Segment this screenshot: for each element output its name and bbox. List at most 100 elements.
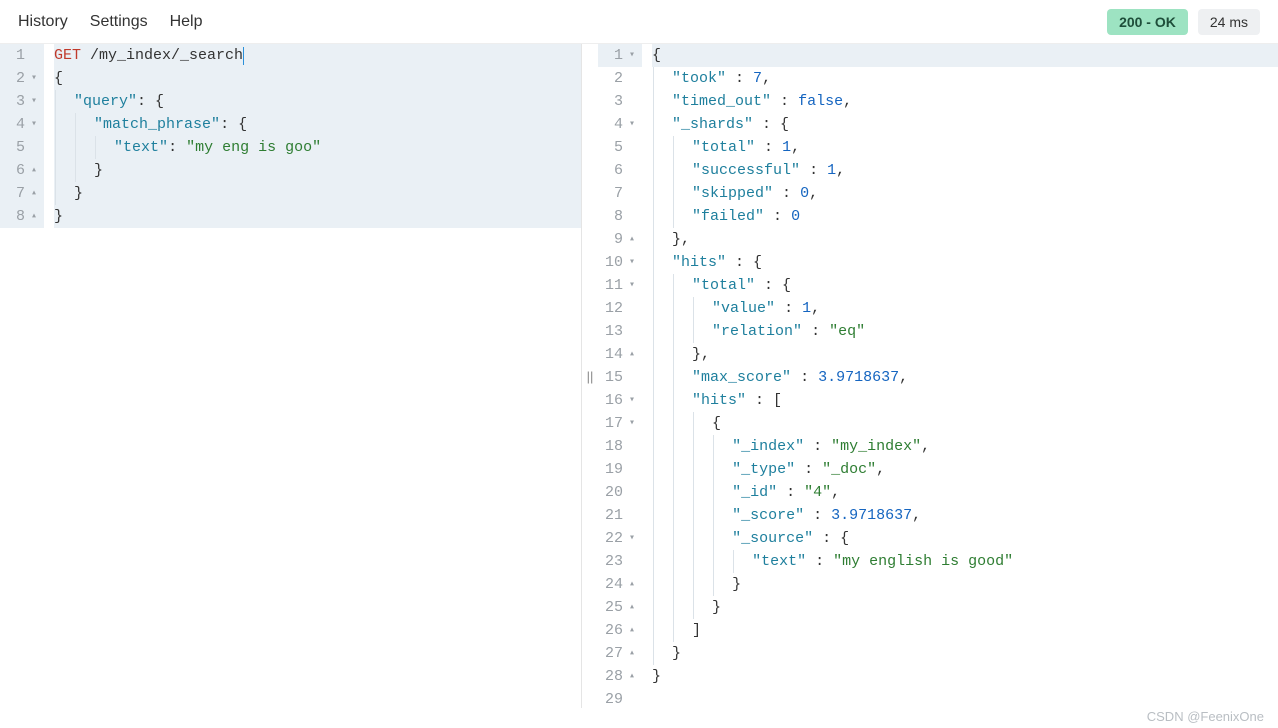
token-punc: , [762, 67, 771, 90]
code-line[interactable]: "hits" : [ [652, 389, 1278, 412]
code-line[interactable]: { [54, 67, 581, 90]
line-number: 16▾ [598, 389, 642, 412]
code-line[interactable]: "_type" : "_doc", [652, 458, 1278, 481]
code-line[interactable]: { [652, 44, 1278, 67]
code-line[interactable]: ] [652, 619, 1278, 642]
token-key: "_score" [732, 504, 804, 527]
token-punc: , [791, 136, 800, 159]
code-line[interactable]: "successful" : 1, [652, 159, 1278, 182]
fold-toggle-icon[interactable]: ▴ [626, 343, 638, 366]
code-line[interactable]: "skipped" : 0, [652, 182, 1278, 205]
code-line[interactable]: "_id" : "4", [652, 481, 1278, 504]
code-line[interactable]: "total" : { [652, 274, 1278, 297]
code-line[interactable]: "text": "my eng is goo" [54, 136, 581, 159]
token-punc: : [791, 366, 818, 389]
code-line[interactable]: "_score" : 3.9718637, [652, 504, 1278, 527]
code-line[interactable]: }, [652, 228, 1278, 251]
token-key: "query" [74, 90, 137, 113]
code-line[interactable]: "total" : 1, [652, 136, 1278, 159]
line-number: 25▴ [598, 596, 642, 619]
code-line[interactable]: } [652, 573, 1278, 596]
token-num: 3.9718637 [831, 504, 912, 527]
code-line[interactable]: "query": { [54, 90, 581, 113]
code-line[interactable]: } [54, 182, 581, 205]
response-viewer[interactable]: 1▾234▾56789▴10▾11▾121314▴1516▾17▾1819202… [598, 44, 1278, 708]
token-punc: { [712, 412, 721, 435]
fold-toggle-icon[interactable]: ▾ [626, 412, 638, 435]
token-punc: , [831, 481, 840, 504]
token-punc: : [764, 205, 791, 228]
fold-toggle-icon[interactable]: ▴ [28, 182, 40, 205]
token-punc: : { [220, 113, 247, 136]
line-number: 19 [598, 458, 642, 481]
fold-toggle-icon[interactable]: ▾ [626, 274, 638, 297]
code-line[interactable]: "hits" : { [652, 251, 1278, 274]
token-punc: : [168, 136, 186, 159]
token-punc: , [899, 366, 908, 389]
token-key: "successful" [692, 159, 800, 182]
menu-help[interactable]: Help [170, 13, 203, 31]
code-line[interactable]: } [54, 205, 581, 228]
token-str: "4" [804, 481, 831, 504]
fold-toggle-icon[interactable]: ▾ [626, 527, 638, 550]
code-line[interactable]: "max_score" : 3.9718637, [652, 366, 1278, 389]
fold-toggle-icon[interactable]: ▾ [28, 67, 40, 90]
response-pane: 1▾234▾56789▴10▾11▾121314▴1516▾17▾1819202… [598, 44, 1278, 708]
token-key: "relation" [712, 320, 802, 343]
fold-toggle-icon[interactable]: ▾ [626, 44, 638, 67]
fold-toggle-icon[interactable]: ▾ [28, 113, 40, 136]
code-line[interactable]: "_source" : { [652, 527, 1278, 550]
drag-handle-icon: || [587, 369, 594, 384]
token-punc: : { [137, 90, 164, 113]
code-line[interactable]: "text" : "my english is good" [652, 550, 1278, 573]
token-num: 1 [827, 159, 836, 182]
code-line[interactable]: "timed_out" : false, [652, 90, 1278, 113]
code-line[interactable]: GET /my_index/_search [54, 44, 581, 67]
fold-toggle-icon[interactable]: ▴ [626, 573, 638, 596]
code-line[interactable]: "_index" : "my_index", [652, 435, 1278, 458]
code-line[interactable]: "_shards" : { [652, 113, 1278, 136]
pane-resize-handle[interactable]: || [582, 44, 598, 708]
token-key: "failed" [692, 205, 764, 228]
token-punc: } [74, 182, 83, 205]
code-line[interactable] [652, 688, 1278, 708]
code-line[interactable]: "match_phrase": { [54, 113, 581, 136]
line-number: 15 [598, 366, 642, 389]
token-punc: : [804, 504, 831, 527]
code-line[interactable]: } [652, 642, 1278, 665]
line-number: 4▾ [598, 113, 642, 136]
code-line[interactable]: "took" : 7, [652, 67, 1278, 90]
menu-history[interactable]: History [18, 13, 68, 31]
menu-settings[interactable]: Settings [90, 13, 148, 31]
fold-toggle-icon[interactable]: ▾ [626, 251, 638, 274]
fold-toggle-icon[interactable]: ▴ [28, 159, 40, 182]
token-punc: : { [813, 527, 849, 550]
line-number: 10▾ [598, 251, 642, 274]
token-punc: : [777, 481, 804, 504]
fold-toggle-icon[interactable]: ▴ [626, 642, 638, 665]
fold-toggle-icon[interactable]: ▴ [626, 619, 638, 642]
fold-toggle-icon[interactable]: ▴ [626, 228, 638, 251]
code-line[interactable]: } [652, 665, 1278, 688]
token-key: "text" [752, 550, 806, 573]
code-line[interactable]: } [652, 596, 1278, 619]
fold-toggle-icon[interactable]: ▾ [626, 389, 638, 412]
fold-toggle-icon[interactable]: ▴ [626, 596, 638, 619]
token-punc: ] [692, 619, 701, 642]
fold-toggle-icon[interactable]: ▾ [28, 90, 40, 113]
code-line[interactable]: "relation" : "eq" [652, 320, 1278, 343]
status-badge: 200 - OK [1107, 9, 1188, 35]
request-editor[interactable]: 12▾3▾4▾56▴7▴8▴ GET /my_index/_search{ "q… [0, 44, 581, 708]
line-number: 18 [598, 435, 642, 458]
fold-toggle-icon[interactable]: ▴ [28, 205, 40, 228]
token-bool: false [798, 90, 843, 113]
code-line[interactable]: }, [652, 343, 1278, 366]
fold-toggle-icon[interactable]: ▴ [626, 665, 638, 688]
token-key: "_index" [732, 435, 804, 458]
fold-toggle-icon[interactable]: ▾ [626, 113, 638, 136]
code-line[interactable]: { [652, 412, 1278, 435]
code-line[interactable]: } [54, 159, 581, 182]
code-line[interactable]: "failed" : 0 [652, 205, 1278, 228]
code-line[interactable]: "value" : 1, [652, 297, 1278, 320]
line-number: 29 [598, 688, 642, 708]
